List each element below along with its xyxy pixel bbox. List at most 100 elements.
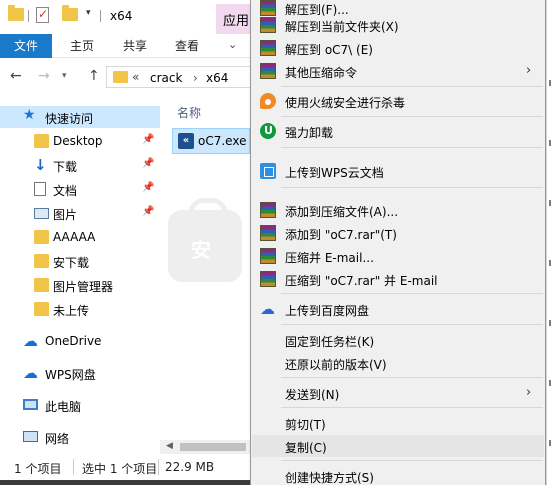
folder-icon [113, 71, 128, 83]
menu-item-copy[interactable]: 复制(C) [252, 435, 544, 457]
sidebar-item-downloads[interactable]: ↓ 下载 📌 [0, 154, 160, 176]
selection-count: 选中 1 个项目 [82, 462, 158, 476]
tab-share[interactable]: 共享 [110, 34, 160, 58]
menu-item-other-compression[interactable]: 其他压缩命令 › [252, 60, 544, 82]
menu-item-label: 压缩并 E-mail... [285, 251, 374, 265]
forward-arrow-icon[interactable]: → [38, 68, 50, 84]
download-arrow-icon: ↓ [34, 156, 47, 174]
watermark-glyph: 安 [191, 238, 211, 262]
breadcrumb-overflow[interactable]: « [132, 70, 139, 84]
tab-view[interactable]: 查看 [162, 34, 212, 58]
pin-icon[interactable]: 📌 [142, 134, 154, 145]
menu-item-huorong-scan[interactable]: 使用火绒安全进行杀毒 [252, 90, 544, 112]
sidebar-item-quick-access[interactable]: ★ 快速访问 [0, 106, 160, 128]
up-arrow-icon[interactable]: ↑ [88, 68, 100, 84]
menu-item-extract-here[interactable]: 解压到当前文件夹(X) [252, 14, 544, 36]
menu-item-label: 压缩到 "oC7.rar" 并 E-mail [285, 274, 438, 288]
menu-item-label: 添加到压缩文件(A)... [285, 205, 399, 219]
menu-item-force-uninstall[interactable]: 强力卸载 [252, 120, 544, 142]
divider [28, 10, 29, 22]
menu-separator [281, 407, 543, 408]
sidebar-item-network[interactable]: 网络 [0, 426, 160, 448]
sidebar-item-wps[interactable]: ☁ WPS网盘 [0, 362, 160, 384]
menu-item-send-to[interactable]: 发送到(N) › [252, 382, 544, 404]
menu-separator [281, 460, 543, 461]
sidebar-item-pictures[interactable]: 图片 📌 [0, 202, 160, 224]
menu-item-extract-to-folder[interactable]: 解压到 oC7\ (E) [252, 37, 544, 59]
menu-item-label: 剪切(T) [285, 418, 326, 432]
sidebar-item-not-uploaded[interactable]: 未上传 [0, 298, 160, 320]
app-tools-tab[interactable]: 应用 [216, 4, 250, 34]
folder-icon [34, 134, 49, 148]
menu-separator [281, 147, 543, 148]
sidebar-item-label: 文档 [53, 184, 78, 198]
menu-item-pin-taskbar[interactable]: 固定到任务栏(K) [252, 329, 544, 351]
sidebar-item-aaaaa[interactable]: AAAAA [0, 226, 160, 248]
sidebar-item-picture-manager[interactable]: 图片管理器 [0, 274, 160, 296]
menu-item-upload-baidu[interactable]: ☁ 上传到百度网盘 [252, 298, 544, 320]
taskbar-edge [0, 480, 250, 485]
navigation-pane: ★ 快速访问 Desktop 📌 ↓ 下载 📌 文档 📌 图片 📌 AAAAA [0, 98, 162, 456]
sidebar-item-label: 未上传 [53, 304, 90, 318]
menu-item-label: 发送到(N) [285, 388, 340, 402]
menu-item-compress-email[interactable]: 压缩并 E-mail... [252, 245, 544, 267]
menu-item-create-shortcut[interactable]: 创建快捷方式(S) [252, 465, 544, 485]
sidebar-item-label: 图片 [53, 208, 78, 222]
chevron-right-icon: › [526, 385, 532, 400]
expand-ribbon-icon[interactable]: ⌄ [228, 38, 237, 51]
menu-separator [281, 86, 543, 87]
scroll-left-icon[interactable]: ◀ [166, 441, 173, 451]
column-header-name[interactable]: 名称 [177, 104, 201, 121]
menu-item-label: 创建快捷方式(S) [285, 471, 374, 485]
menu-item-label: 解压到 oC7\ (E) [285, 43, 373, 57]
pin-icon[interactable]: 📌 [142, 206, 154, 217]
item-count: 1 个项目 [14, 462, 62, 476]
sidebar-item-anxiazai[interactable]: 安下载 [0, 250, 160, 272]
quick-access-dropdown-icon[interactable]: ▾ [86, 8, 91, 18]
folder-icon [34, 302, 49, 316]
divider [73, 459, 74, 475]
menu-item-add-to-rar[interactable]: 添加到 "oC7.rar"(T) [252, 222, 544, 244]
status-bar: 1 个项目 选中 1 个项目 22.9 MB [0, 457, 250, 479]
menu-item-add-to-archive[interactable]: 添加到压缩文件(A)... [252, 199, 544, 221]
file-item-selected[interactable]: « oC7.exe [172, 128, 250, 154]
sidebar-item-label: WPS网盘 [45, 368, 96, 382]
new-folder-icon[interactable] [62, 5, 78, 21]
breadcrumb-x64[interactable]: x64 [206, 71, 228, 85]
winrar-icon [260, 202, 276, 218]
sidebar-item-this-pc[interactable]: 此电脑 [0, 394, 160, 416]
sidebar-item-documents[interactable]: 文档 📌 [0, 178, 160, 200]
address-bar[interactable]: « crack › x64 [106, 66, 256, 88]
menu-separator [281, 116, 543, 117]
folder-icon [34, 278, 49, 292]
back-arrow-icon[interactable]: ← [10, 68, 22, 84]
menu-item-label: 复制(C) [285, 441, 327, 455]
scrollbar-thumb[interactable] [180, 443, 246, 451]
sidebar-item-desktop[interactable]: Desktop 📌 [0, 130, 160, 152]
tab-home[interactable]: 主页 [56, 34, 108, 58]
winrar-icon [260, 248, 276, 264]
folder-icon [8, 5, 24, 21]
breadcrumb-crack[interactable]: crack [150, 71, 182, 85]
context-menu: 解压到(F)... 解压到当前文件夹(X) 解压到 oC7\ (E) 其他压缩命… [250, 0, 546, 485]
folder-icon [34, 254, 49, 268]
sidebar-item-onedrive[interactable]: ☁ OneDrive [0, 330, 160, 352]
menu-item-restore-versions[interactable]: 还原以前的版本(V) [252, 352, 544, 374]
menu-separator [281, 324, 543, 325]
menu-item-cut[interactable]: 剪切(T) [252, 412, 544, 434]
menu-item-upload-wps[interactable]: 上传到WPS云文档 [252, 160, 544, 182]
picture-icon [34, 208, 49, 219]
menu-item-compress-rar-email[interactable]: 压缩到 "oC7.rar" 并 E-mail [252, 268, 544, 290]
wps-cloud-icon: ☁ [23, 364, 38, 382]
recent-locations-icon[interactable]: ▾ [62, 71, 67, 81]
winrar-icon [260, 225, 276, 241]
menu-separator [281, 293, 543, 294]
sidebar-item-label: AAAAA [53, 230, 96, 244]
tab-file[interactable]: 文件 [0, 34, 52, 58]
chevron-right-icon[interactable]: › [193, 71, 198, 85]
properties-icon[interactable] [36, 7, 49, 23]
pin-icon[interactable]: 📌 [142, 182, 154, 193]
pin-icon[interactable]: 📌 [142, 158, 154, 169]
menu-separator [281, 187, 543, 188]
title-bar: ▾ x64 应用 [0, 0, 250, 34]
